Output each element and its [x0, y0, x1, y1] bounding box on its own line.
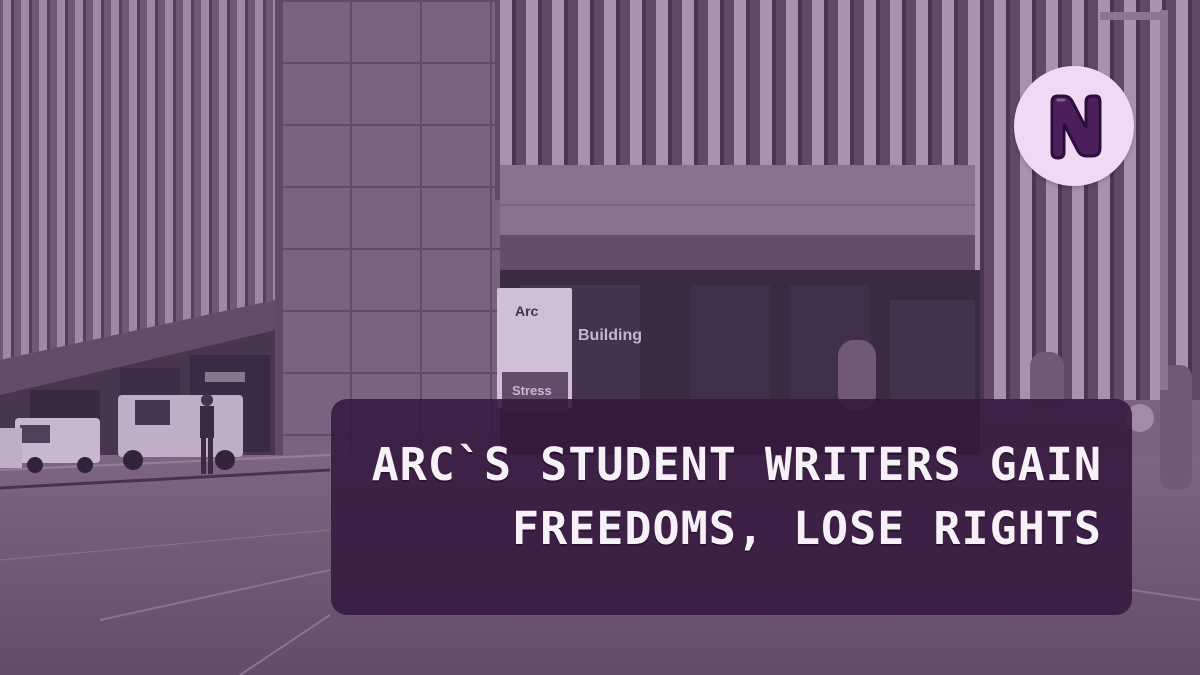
- n-letter-icon: [1050, 94, 1102, 160]
- n-logo-icon: [1014, 66, 1134, 186]
- hero-image: Building Arc Stress ARC`S STUDENT WRITER…: [0, 0, 1200, 675]
- headline-line-1: ARC`S STUDENT WRITERS GAIN: [371, 438, 1102, 491]
- pillar-logo: Arc: [515, 303, 539, 319]
- headline-line-2: FREEDOMS, LOSE RIGHTS: [512, 502, 1102, 555]
- pillar-line-1: Stress: [512, 383, 552, 398]
- headline-banner: ARC`S STUDENT WRITERS GAIN FREEDOMS, LOS…: [331, 399, 1132, 615]
- building-label: Building: [578, 327, 642, 344]
